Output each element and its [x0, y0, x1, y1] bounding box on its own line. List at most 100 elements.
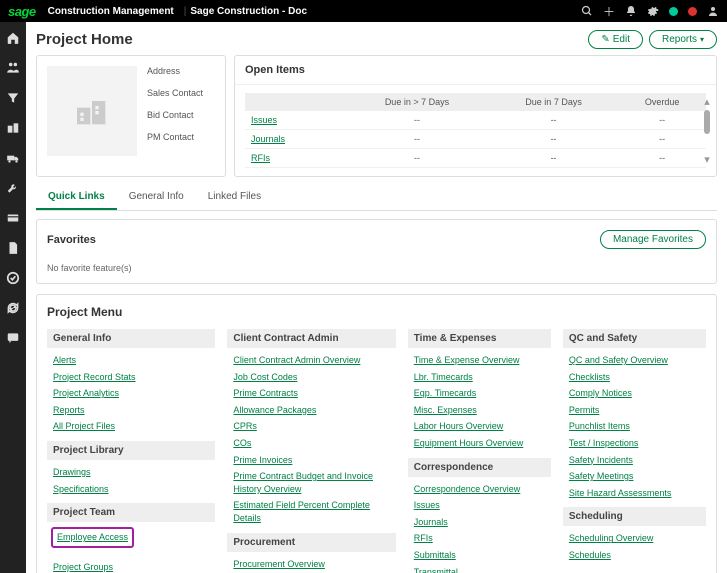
section-header: QC and Safety [563, 329, 706, 348]
menu-link[interactable]: Correspondence Overview [408, 481, 551, 498]
tab-general-info[interactable]: General Info [117, 185, 196, 210]
menu-link[interactable]: Scheduling Overview [563, 530, 706, 547]
tab-quick-links[interactable]: Quick Links [36, 185, 117, 210]
menu-link[interactable]: Checklists [563, 369, 706, 386]
menu-link[interactable]: Permits [563, 402, 706, 419]
menu-link[interactable]: Allowance Packages [227, 402, 395, 419]
reports-button[interactable]: Reports▾ [649, 30, 717, 49]
menu-column: Client Contract AdminClient Contract Adm… [227, 329, 395, 573]
menu-link[interactable]: Estimated Field Percent Complete Details [227, 497, 395, 526]
menu-link[interactable]: Time & Expense Overview [408, 352, 551, 369]
scroll-thumb[interactable] [704, 110, 710, 134]
menu-link[interactable]: Project Analytics [47, 385, 215, 402]
section-header: Project Team [47, 503, 215, 522]
status-dot-alert[interactable] [688, 7, 697, 16]
menu-link[interactable]: Project Groups [47, 559, 215, 573]
table-row: Journals------ [245, 130, 706, 149]
favorites-title: Favorites [47, 234, 96, 246]
open-items-table: Due in > 7 Days Due in 7 Days Overdue Is… [245, 93, 706, 168]
tool-icon[interactable] [3, 178, 23, 198]
menu-link[interactable]: Journals [408, 514, 551, 531]
left-sidebar [0, 22, 26, 573]
menu-link[interactable]: Schedules [563, 547, 706, 564]
filter-icon[interactable] [3, 88, 23, 108]
doc-icon[interactable] [3, 238, 23, 258]
menu-link[interactable]: Issues [408, 497, 551, 514]
highlighted-link: Employee Access [51, 527, 134, 548]
project-menu-title: Project Menu [47, 305, 706, 319]
menu-link[interactable]: Prime Contracts [227, 385, 395, 402]
tab-linked-files[interactable]: Linked Files [196, 185, 273, 210]
section-header: Time & Expenses [408, 329, 551, 348]
top-bar: sage Construction Management | Sage Cons… [0, 0, 727, 22]
menu-link[interactable]: Eqp. Timecards [408, 385, 551, 402]
favorites-empty: No favorite feature(s) [47, 263, 706, 273]
menu-column: QC and Safety QC and Safety OverviewCheck… [563, 329, 706, 573]
contact-field-label: PM Contact [147, 132, 203, 142]
menu-link[interactable]: Labor Hours Overview [408, 418, 551, 435]
table-row: RFIs------ [245, 149, 706, 168]
bell-icon[interactable] [625, 5, 637, 17]
menu-link[interactable]: Client Contract Admin Overview [227, 352, 395, 369]
menu-link[interactable]: Prime Invoices [227, 452, 395, 469]
menu-link[interactable]: Drawings [47, 464, 215, 481]
search-icon[interactable] [581, 5, 593, 17]
open-items-title: Open Items [235, 56, 716, 85]
menu-link[interactable]: RFIs [408, 530, 551, 547]
menu-link[interactable]: Project Record Stats [47, 369, 215, 386]
menu-link[interactable]: Procurement Overview [227, 556, 395, 573]
topbar-link[interactable]: Sage Construction - Doc [190, 6, 307, 17]
brand-logo[interactable]: sage [8, 4, 36, 19]
menu-link[interactable]: Misc. Expenses [408, 402, 551, 419]
status-dot-online[interactable] [669, 7, 678, 16]
menu-link[interactable]: Comply Notices [563, 385, 706, 402]
menu-link[interactable]: Safety Incidents [563, 452, 706, 469]
menu-column: Time & Expenses Time & Expense OverviewLb… [408, 329, 551, 573]
menu-link[interactable]: Prime Contract Budget and Invoice Histor… [227, 468, 395, 497]
menu-link[interactable]: QC and Safety Overview [563, 352, 706, 369]
tabs: Quick Links General Info Linked Files [36, 185, 717, 211]
manage-favorites-button[interactable]: Manage Favorites [600, 230, 706, 249]
refresh-icon[interactable] [3, 298, 23, 318]
menu-link[interactable]: Lbr. Timecards [408, 369, 551, 386]
menu-link[interactable]: Site Hazard Assessments [563, 485, 706, 502]
building-icon[interactable] [3, 118, 23, 138]
chat-icon[interactable] [3, 328, 23, 348]
scroll-up-icon[interactable]: ▴ [704, 95, 710, 108]
open-items-link[interactable]: Issues [251, 115, 277, 125]
menu-link[interactable]: COs [227, 435, 395, 452]
open-items-link[interactable]: RFIs [251, 153, 270, 163]
menu-link[interactable]: Submittals [408, 547, 551, 564]
team-icon[interactable] [3, 58, 23, 78]
menu-link[interactable]: Equipment Hours Overview [408, 435, 551, 452]
open-items-link[interactable]: Journals [251, 134, 285, 144]
menu-link[interactable]: Specifications [47, 481, 215, 498]
contact-field-label: Bid Contact [147, 110, 203, 120]
gear-icon[interactable] [647, 5, 659, 17]
section-header: Project Library [47, 441, 215, 460]
topbar-link[interactable]: Construction Management [48, 6, 174, 17]
table-row: Issues------ [245, 111, 706, 130]
menu-link[interactable]: Safety Meetings [563, 468, 706, 485]
menu-link[interactable]: CPRs [227, 418, 395, 435]
home-icon[interactable] [3, 28, 23, 48]
user-icon[interactable] [707, 5, 719, 17]
menu-link[interactable]: Reports [47, 402, 215, 419]
card-icon[interactable] [3, 208, 23, 228]
edit-button[interactable]: ✎Edit [588, 30, 643, 49]
menu-link[interactable]: Transmittal [408, 564, 551, 573]
menu-link[interactable]: Alerts [47, 352, 215, 369]
check-icon[interactable] [3, 268, 23, 288]
menu-link[interactable]: Job Cost Codes [227, 369, 395, 386]
favorites-card: Favorites Manage Favorites No favorite f… [36, 219, 717, 284]
placeholder-image [47, 66, 137, 156]
scrollbar[interactable]: ▴ ▾ [702, 95, 712, 166]
menu-link[interactable]: Test / Inspections [563, 435, 706, 452]
plus-icon[interactable]: ＋ [603, 3, 615, 20]
open-items-card: Open Items Due in > 7 Days Due in 7 Days… [234, 55, 717, 177]
menu-link[interactable]: Punchlist Items [563, 418, 706, 435]
truck-icon[interactable] [3, 148, 23, 168]
menu-link[interactable]: All Project Files [47, 418, 215, 435]
scroll-down-icon[interactable]: ▾ [704, 153, 710, 166]
menu-link[interactable]: Employee Access [55, 530, 130, 545]
